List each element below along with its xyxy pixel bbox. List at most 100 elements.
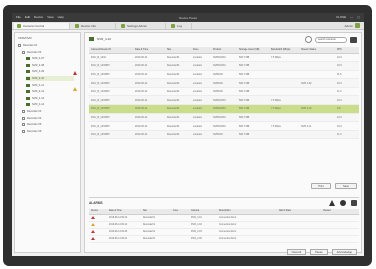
table-cell: 7.5 Mbps [269,53,299,63]
tree-item[interactable]: NVR_4-07 [26,56,74,61]
table-cell: NVRAVN [211,78,237,88]
table-row[interactable]: DCU_B_1234 2019-06-14 Recorder01 Location NV… [89,53,359,63]
table-cell: Recorder01 [165,78,191,88]
tree-item-label: Recorder 04 [27,116,42,120]
tree-item[interactable]: NVR_4-09 [26,69,74,74]
tree-item[interactable]: NVR_4-10 [26,76,74,81]
table-cell: 506.7 MB [237,113,269,123]
table-cell: 2019-06-14 [133,61,165,71]
tree-item[interactable]: Recorder 01 [18,43,74,48]
user-menu[interactable]: Admin [344,23,360,28]
table-row[interactable]: DCU_B_1234567 2019-06-14 Recorder01 Locatio… [89,104,359,114]
alarm-row[interactable]: 2019-06-14 09:20 Recorder01 DVR_4-03 Connec… [89,228,359,236]
alarm-cell [321,235,359,243]
clear-all-button[interactable]: Clear All [286,249,307,255]
table-cell: NVRAVN [211,70,237,80]
table-cell: Recorder01 [165,130,191,140]
alarm-cell [277,221,321,229]
tree-item-label: NVR_4-09 [32,70,45,74]
alarm-cell: DVR_4-01 [189,214,217,222]
tree-item[interactable]: NVR_4-13 [26,96,74,101]
table-cell [269,78,299,88]
device-tree-panel: VMS/NVR Recorder 01 Recorder 02 NVR_4-07 NV… [14,32,81,253]
table-cell: 10.0 [335,121,359,131]
table-cell: NVRAVN [211,130,237,140]
tree-item-label: NVR_4-08 [32,63,45,67]
close-button[interactable]: CLOSE [336,15,346,19]
tree-item[interactable]: NVR_4-08 [26,63,74,68]
alert-filter-icon[interactable] [329,200,335,206]
acknowledge-button[interactable]: Acknowledge [331,249,357,255]
camera-icon [26,83,30,87]
alarm-actions: Clear All Pause Acknowledge [286,249,357,255]
minimize-button[interactable]: — [350,15,353,19]
table-row[interactable]: DCU_B_1234567 2019-06-14 Recorder01 Locatio… [89,78,359,88]
pause-button[interactable]: Pause [310,249,328,255]
table-cell: NVR 4-02 [299,78,335,88]
user-alert-icon[interactable] [340,200,346,206]
alarm-row[interactable]: 2019-06-14 09:12 Recorder01 DVR_4-01 Connec… [89,214,359,222]
expand-icon[interactable] [22,50,25,54]
alarm-severity-icon [91,236,95,240]
tree-item[interactable]: NVR_4-14 [26,102,74,107]
table-row[interactable]: DCU_B_1234567 2019-06-14 Recorder01 Locatio… [89,70,359,80]
tree-item[interactable]: NVR_4-12 [26,89,74,94]
table-row[interactable]: DCU_B_1234567 2019-06-14 Recorder01 Locatio… [89,61,359,71]
grid-view-icon[interactable] [350,36,357,43]
print-button[interactable]: Print [311,183,331,189]
tree-item[interactable]: NVR_4-11 [26,83,74,88]
table-cell: NVRAVNX2 [211,113,237,123]
search-input[interactable]: search cameras [315,36,347,43]
table-row[interactable]: DCU_B_1234567 2019-06-14 Recorder01 Locatio… [89,113,359,123]
expand-icon[interactable] [22,110,25,113]
alarm-cell: Recorder01 [141,214,171,222]
table-row[interactable]: DCU_B_1234567 2019-06-14 Recorder01 Locatio… [89,95,359,106]
tree-item[interactable]: Recorder 02 [22,50,74,55]
expand-icon[interactable] [22,116,25,120]
table-cell: NVR 4-10 [299,104,335,114]
tree-item[interactable]: Recorder 03 [22,109,74,114]
maximize-button[interactable]: ▢ [357,15,360,19]
expand-icon[interactable] [18,44,21,47]
alarm-tools [329,200,357,206]
alarm-cell [321,214,359,222]
tree-item-label: NVR_4-13 [32,96,45,100]
alarms-title: ALARMS [89,201,103,205]
tab-settings-admin[interactable]: Settings Admin [118,23,166,29]
table-cell: 506.7 MB [237,78,269,88]
tree-item[interactable]: Recorder 05 [22,122,74,127]
table-cell: 10.0 [335,78,359,88]
tab-camera-control[interactable]: Camera Control [14,23,70,29]
alarm-row[interactable]: 2019-06-14 09:21 Recorder01 DVR_4-06 Connec… [89,235,359,243]
table-row[interactable]: DCU_B_1234567 2019-06-14 Recorder01 Locatio… [89,87,359,97]
table-cell: DCU_B_1234567 [89,87,133,97]
tab-device-info[interactable]: Device Info [72,23,116,29]
table-cell: 506.7 MB [237,61,269,71]
alarm-severity-icon [91,229,95,233]
window-title: Device Panel [179,15,197,20]
alarm-row[interactable]: 2019-06-14 09:14 Recorder01 DVR_4-02 Connec… [89,221,359,229]
table-row[interactable]: DCU_B_1234567 2019-06-14 Recorder01 Locatio… [89,130,359,140]
app-window: File Edit Device View Help Device Panel … [12,13,364,256]
camera-table: Camera/Stream ID Date & Time Site Zone Produ… [89,47,359,140]
save-button[interactable]: Save [335,183,357,189]
expand-icon[interactable] [22,123,25,127]
alarm-severity-icon [91,222,95,226]
table-cell [269,61,299,71]
tree-item[interactable]: Recorder 06 [22,129,74,134]
table-cell: 2019-06-14 [133,130,165,140]
tree-item[interactable]: Recorder 04 [22,116,74,121]
table-cell: 9.0 [335,104,359,114]
expand-icon[interactable] [22,129,25,133]
main-panel: NVR_4-10 search cameras Camera/Stream ID… [84,32,362,255]
table-cell: DCU_B_1234567 [89,61,133,71]
table-cell [299,70,335,80]
table-row[interactable]: DCU_B_1234567 2019-06-14 Recorder01 Locatio… [89,121,359,131]
tab-log[interactable]: Log [168,23,192,29]
export-icon[interactable] [351,200,357,206]
alarm-cell: Recorder01 [141,235,171,243]
tree-item-label: NVR_4-14 [32,103,45,107]
tab-label: Device Info [81,24,97,28]
table-cell: NVRAVNX2 [211,61,237,71]
refresh-icon[interactable] [305,36,312,43]
